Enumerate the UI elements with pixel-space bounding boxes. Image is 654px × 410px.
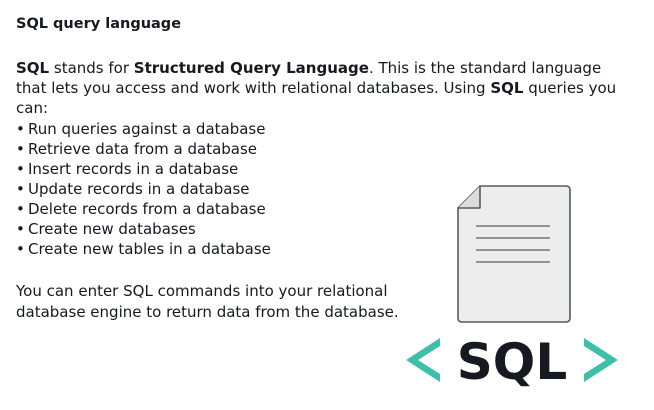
intro-sql-bold-2: SQL <box>490 79 524 97</box>
intro-text-1: stands for <box>49 59 134 77</box>
bullet-dot: • <box>16 200 25 218</box>
list-item: • Run queries against a database <box>16 119 271 139</box>
list-item: • Insert records in a database <box>16 159 271 179</box>
list-item: • Retrieve data from a database <box>16 139 271 159</box>
right-angle-bracket-icon <box>584 338 618 382</box>
list-item-text: Insert records in a database <box>28 160 239 178</box>
list-item-text: Run queries against a database <box>28 120 266 138</box>
sql-illustration: SQL <box>400 180 630 390</box>
bullet-dot: • <box>16 120 25 138</box>
bullet-dot: • <box>16 220 25 238</box>
list-item-text: Delete records from a database <box>28 200 266 218</box>
bullet-dot: • <box>16 240 25 258</box>
list-item-text: Create new tables in a database <box>28 240 271 258</box>
list-item: • Delete records from a database <box>16 199 271 219</box>
document-icon <box>457 185 571 323</box>
left-angle-bracket-icon <box>406 338 440 382</box>
sql-document-graphic: SQL <box>406 185 618 390</box>
intro-paragraph: SQL stands for Structured Query Language… <box>16 58 636 118</box>
list-item: • Update records in a database <box>16 179 271 199</box>
list-item-text: Retrieve data from a database <box>28 140 258 158</box>
sql-logo-text: SQL <box>457 333 567 390</box>
list-item-text: Update records in a database <box>28 180 250 198</box>
intro-sql-bold: SQL <box>16 59 50 77</box>
page-title: SQL query language <box>16 16 182 32</box>
bullet-dot: • <box>16 160 25 178</box>
bullet-dot: • <box>16 180 25 198</box>
list-item-text: Create new databases <box>28 220 196 238</box>
bullet-dot: • <box>16 140 25 158</box>
intro-structured-query-language-bold: Structured Query Language <box>133 59 369 77</box>
list-item: • Create new databases <box>16 219 271 239</box>
closing-paragraph: You can enter SQL commands into your rel… <box>16 282 399 321</box>
list-item: • Create new tables in a database <box>16 239 271 259</box>
capabilities-list: • Run queries against a database • Retriev… <box>16 119 271 259</box>
